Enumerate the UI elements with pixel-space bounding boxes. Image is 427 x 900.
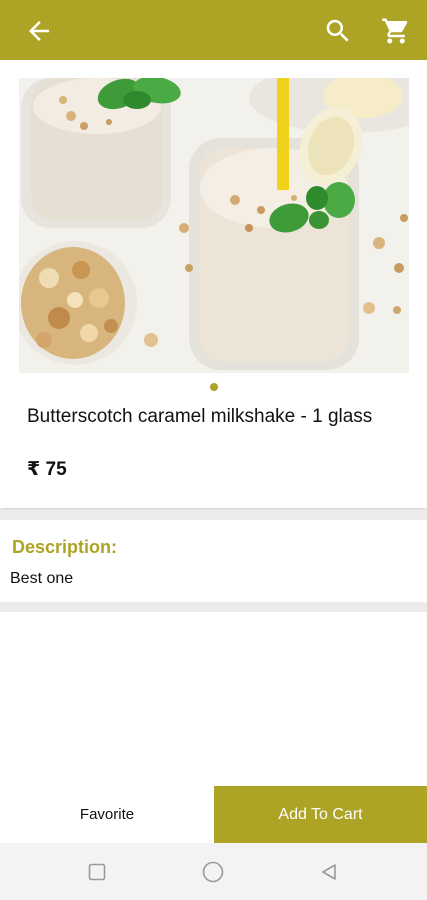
search-button[interactable] — [322, 15, 354, 47]
search-icon — [326, 19, 349, 42]
description-title: Description: — [12, 537, 118, 557]
product-image[interactable] — [19, 78, 409, 373]
description-section: Description: Best one — [0, 520, 427, 602]
recents-button[interactable] — [86, 861, 108, 883]
arrow-left-icon — [29, 21, 49, 41]
add-to-cart-button[interactable]: Add To Cart — [214, 786, 427, 843]
triangle-back-icon — [322, 864, 336, 880]
square-recents-icon — [88, 863, 106, 881]
bottom-action-bar: Favorite Add To Cart — [0, 786, 427, 843]
section-divider — [0, 510, 427, 520]
app-bar — [0, 0, 427, 60]
product-detail-screen: Butterscotch caramel milkshake - 1 glass… — [0, 0, 427, 900]
home-button[interactable] — [202, 861, 224, 883]
system-back-button[interactable] — [318, 861, 340, 883]
product-price: ₹ 75 — [27, 459, 67, 480]
cart-button[interactable] — [380, 15, 412, 47]
product-card: Butterscotch caramel milkshake - 1 glass… — [0, 60, 427, 508]
shopping-cart-icon — [382, 18, 408, 44]
carousel-indicator-dot — [210, 383, 218, 391]
circle-home-icon — [202, 861, 224, 883]
section-divider — [0, 602, 427, 612]
favorite-button[interactable]: Favorite — [0, 786, 214, 843]
back-button[interactable] — [22, 14, 56, 48]
butterscotch-milkshake-photo — [19, 78, 409, 373]
description-text: Best one — [10, 570, 74, 587]
product-name: Butterscotch caramel milkshake - 1 glass — [27, 406, 373, 427]
system-navigation-bar — [0, 843, 427, 900]
